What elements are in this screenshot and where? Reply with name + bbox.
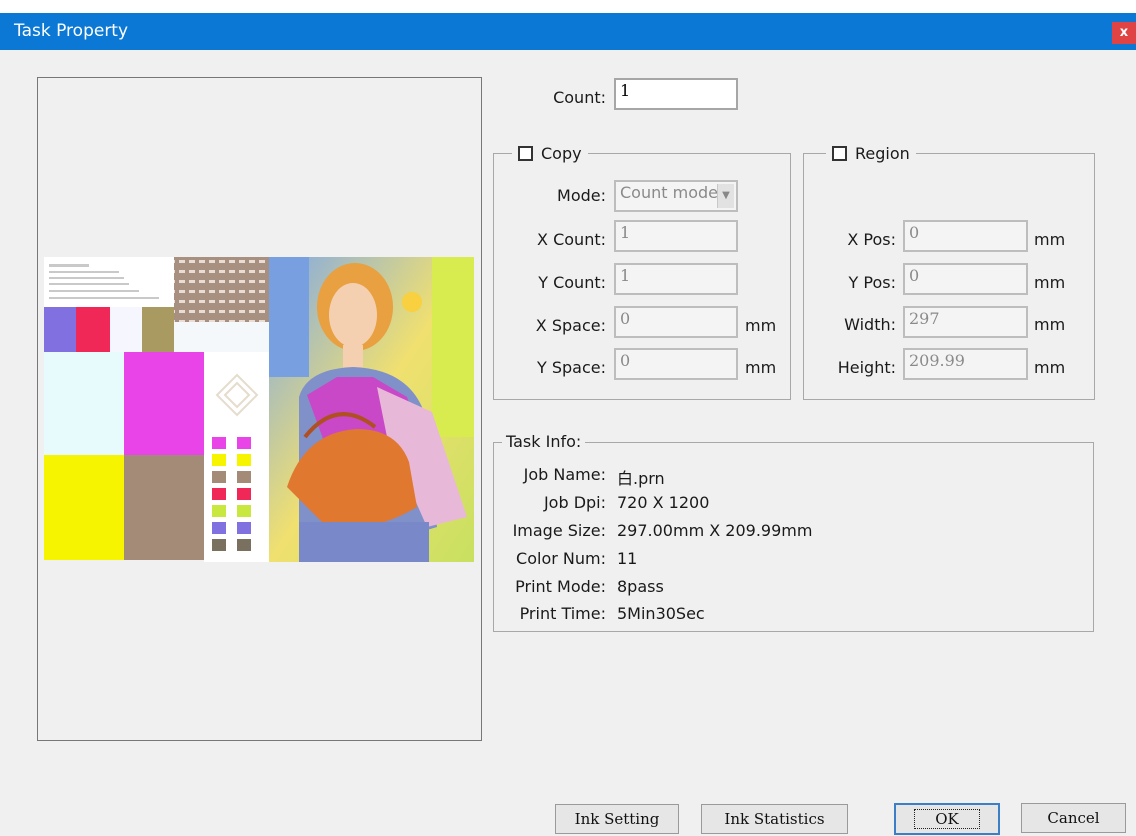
y-space-label: Y Space:	[536, 358, 606, 377]
ok-label: OK	[914, 809, 980, 829]
preview-dot-pattern	[174, 257, 269, 322]
x-pos-unit: mm	[1034, 230, 1066, 249]
count-input[interactable]: 1	[614, 78, 738, 110]
job-dpi-label: Job Dpi:	[543, 493, 606, 512]
height-input[interactable]: 209.99	[903, 348, 1028, 380]
mode-select-value: Count mode	[620, 183, 718, 202]
top-strip	[0, 0, 1136, 13]
mode-select[interactable]: Count mode ▼	[614, 180, 738, 212]
print-time-value: 5Min30Sec	[617, 604, 705, 623]
task-property-dialog: Task Property x Count: 1 Copy Mode: Coun…	[0, 0, 1136, 836]
preview-light-block	[110, 307, 142, 352]
preview-pale-block	[174, 322, 269, 352]
job-dpi-value: 720 X 1200	[617, 493, 710, 512]
close-icon: x	[1119, 25, 1129, 40]
preview-violet-block	[44, 307, 76, 352]
job-name-label: Job Name:	[523, 465, 606, 484]
y-count-input[interactable]: 1	[614, 263, 738, 295]
y-pos-label: Y Pos:	[848, 273, 896, 292]
height-unit: mm	[1034, 358, 1066, 377]
region-checkbox[interactable]	[832, 146, 847, 161]
x-pos-input[interactable]: 0	[903, 220, 1028, 252]
region-legend-line	[948, 153, 1093, 154]
title-bar[interactable]: Task Property x	[0, 13, 1136, 50]
preview-panel	[37, 77, 482, 741]
y-count-label: Y Count:	[538, 273, 606, 292]
job-name-value: 白.prn	[617, 469, 665, 488]
color-num-value: 11	[617, 549, 638, 568]
y-space-input[interactable]: 0	[614, 348, 738, 380]
print-time-label: Print Time:	[519, 604, 606, 623]
preview-photo	[269, 257, 474, 562]
dropdown-arrow-icon: ▼	[717, 184, 734, 208]
window-title: Task Property	[14, 21, 129, 41]
image-size-label: Image Size:	[512, 521, 606, 540]
count-label: Count:	[553, 88, 606, 107]
task-info-legend: Task Info:	[502, 432, 586, 451]
print-mode-label: Print Mode:	[515, 577, 606, 596]
close-button[interactable]: x	[1112, 22, 1136, 44]
copy-label: Copy	[541, 144, 582, 163]
region-label: Region	[855, 144, 910, 163]
color-num-label: Color Num:	[516, 549, 606, 568]
print-preview-image	[44, 257, 474, 562]
copy-checkbox[interactable]	[518, 146, 533, 161]
cancel-button[interactable]: Cancel	[1021, 803, 1126, 833]
x-count-label: X Count:	[537, 230, 606, 249]
x-count-input[interactable]: 1	[614, 220, 738, 252]
print-mode-value: 8pass	[617, 577, 664, 596]
width-input[interactable]: 297	[903, 306, 1028, 338]
y-pos-unit: mm	[1034, 273, 1066, 292]
width-label: Width:	[844, 315, 896, 334]
preview-olive-block	[142, 307, 174, 352]
width-unit: mm	[1034, 315, 1066, 334]
ink-statistics-button[interactable]: Ink Statistics	[701, 804, 848, 834]
x-space-input[interactable]: 0	[614, 306, 738, 338]
preview-yellow-block	[44, 455, 124, 560]
x-space-label: X Space:	[535, 316, 606, 335]
ink-setting-button[interactable]: Ink Setting	[555, 804, 679, 834]
ok-button[interactable]: OK	[894, 803, 1000, 835]
x-pos-label: X Pos:	[847, 230, 896, 249]
height-label: Height:	[837, 358, 896, 377]
x-space-unit: mm	[745, 316, 777, 335]
preview-magenta-block	[124, 352, 204, 455]
copy-legend-line	[623, 153, 789, 154]
region-legend: Region	[826, 144, 916, 163]
y-space-unit: mm	[745, 358, 777, 377]
preview-brown-block	[124, 455, 204, 560]
preview-red-block	[76, 307, 110, 352]
y-pos-input[interactable]: 0	[903, 263, 1028, 295]
copy-legend: Copy	[512, 144, 588, 163]
mode-label: Mode:	[557, 186, 606, 205]
preview-cyan-block	[44, 352, 124, 455]
task-info-label: Task Info:	[506, 432, 582, 451]
image-size-value: 297.00mm X 209.99mm	[617, 521, 813, 540]
